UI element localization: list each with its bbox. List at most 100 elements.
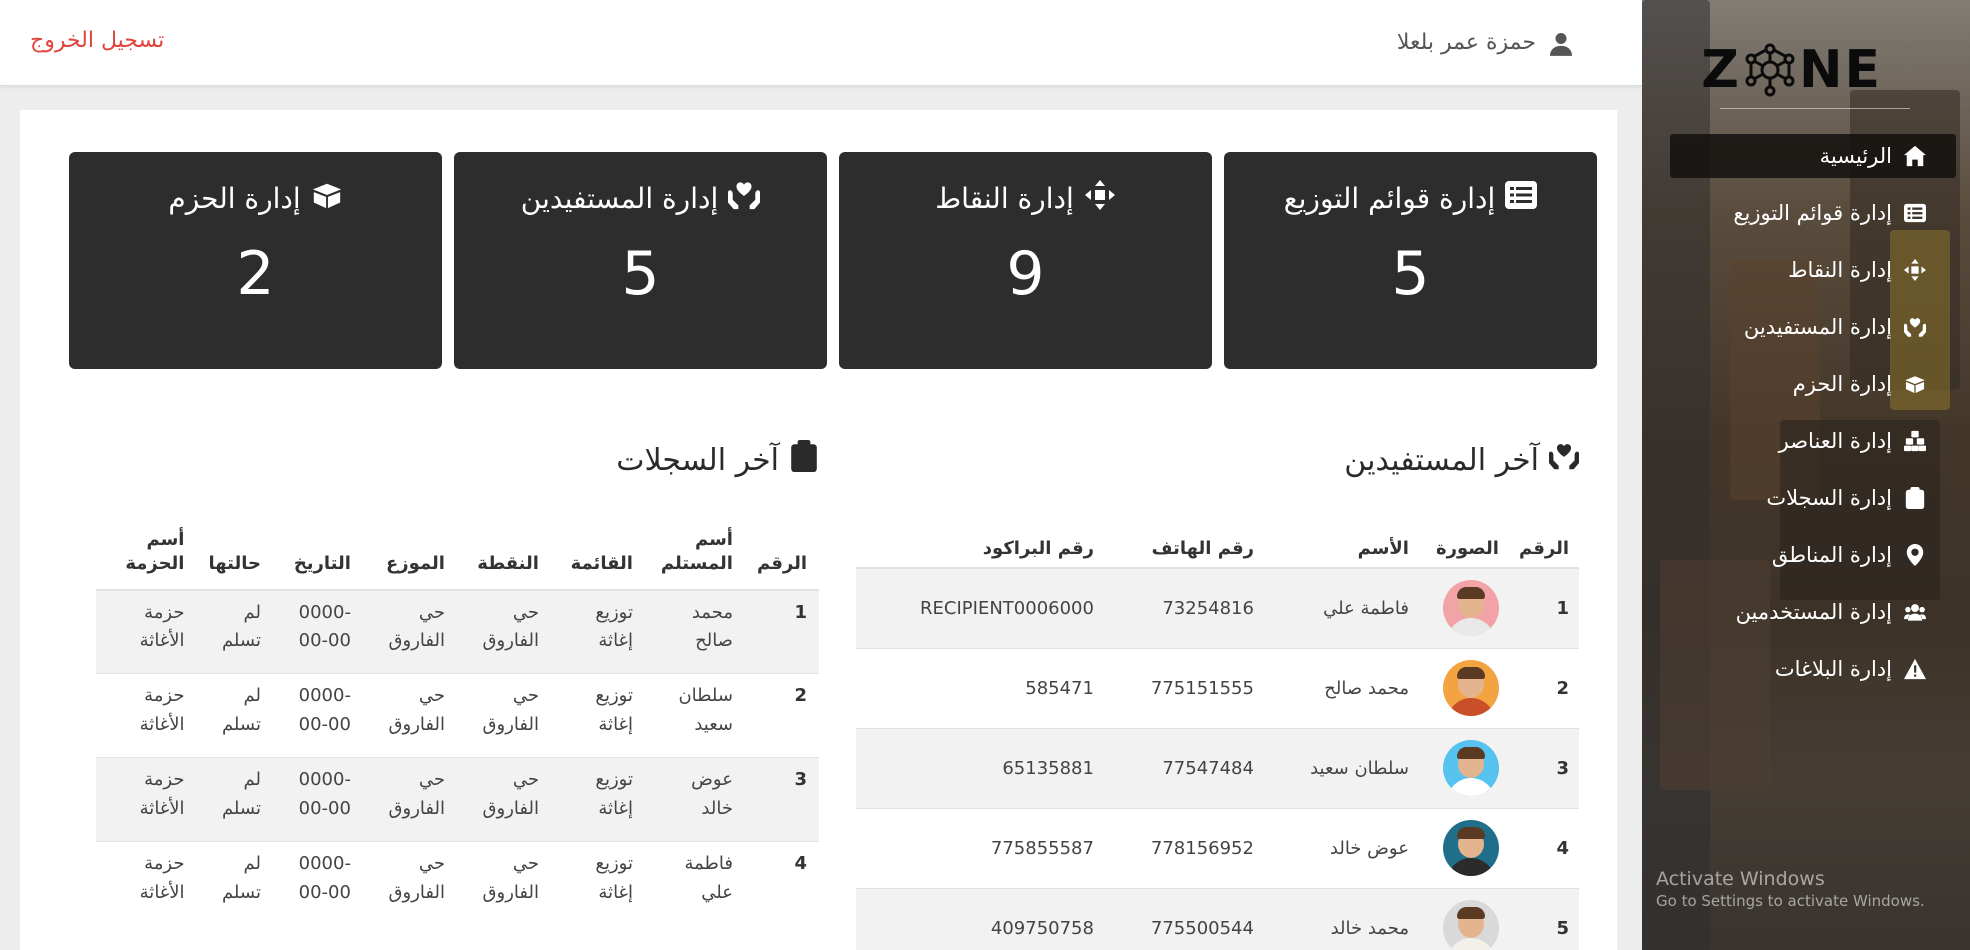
stat-value: 5 [1391, 239, 1430, 309]
zone-logo[interactable]: Z NE [1701, 40, 1882, 100]
log-recipient: سلطان سعيد [644, 673, 745, 758]
row-number: 1 [1508, 567, 1579, 648]
stat-card-beneficiaries[interactable]: إدارة المستفيدين 5 [454, 152, 827, 369]
user-icon [1550, 32, 1572, 56]
sidebar-item-packages[interactable]: إدارة الحزم [1642, 362, 1970, 406]
sidebar-item-distribution-lists[interactable]: إدارة قوائم التوزيع [1642, 191, 1970, 235]
logs-table: الرقم أسم المستلم القائمة النقطة الموزع … [96, 528, 819, 926]
section-title-text: آخر المستفيدين [1344, 442, 1539, 478]
sidebar-item-regions[interactable]: إدارة المناطق [1642, 533, 1970, 577]
logout-link[interactable]: تسجيل الخروج [30, 28, 164, 53]
beneficiary-name: محمد خالد [1263, 887, 1419, 950]
logo-hub-icon [1745, 43, 1795, 97]
log-list: توزيع إغاثة [550, 757, 645, 842]
section-title-text: آخر السجلات [616, 442, 779, 478]
sidebar-item-logs[interactable]: إدارة السجلات [1642, 476, 1970, 520]
avatar-cell [1418, 887, 1509, 950]
stat-card-points[interactable]: إدارة النقاط 9 [839, 152, 1212, 369]
col-name: الأسم [1263, 528, 1419, 569]
stat-title: إدارة المستفيدين [520, 182, 719, 215]
points-icon [1902, 259, 1928, 281]
log-distributor: حي الفاروق [362, 589, 457, 674]
log-date: 0000-00-00 [272, 589, 363, 674]
log-package: حزمة الأغاثة [96, 673, 197, 758]
stat-value: 2 [236, 239, 275, 309]
beneficiary-name: سلطان سعيد [1263, 727, 1419, 808]
col-recipient: أسم المستلم [644, 528, 745, 591]
sidebar-item-points[interactable]: إدارة النقاط [1642, 248, 1970, 292]
sidebar-item-label: الرئيسية [1819, 144, 1892, 168]
table-header-row: الرقم الصورة الأسم رقم الهاتف رقم البراك… [856, 528, 1579, 569]
logo-letters-ne: NE [1798, 40, 1882, 100]
logo-letter-z: Z [1701, 40, 1741, 100]
avatar [1442, 660, 1499, 716]
col-package: أسم الحزمة [96, 528, 197, 591]
sidebar-item-label: إدارة النقاط [1788, 258, 1892, 282]
table-row: 3 سلطان سعيد 77547484 65135881 [856, 727, 1579, 808]
avatar-cell [1418, 647, 1509, 728]
list-icon [1902, 202, 1928, 224]
location-icon [1902, 544, 1928, 566]
sidebar: Z NE الرئيسية إدارة قوائم التوزيع إدارة ال… [1642, 0, 1970, 950]
sidebar-item-beneficiaries[interactable]: إدارة المستفيدين [1642, 305, 1970, 349]
sidebar-item-reports[interactable]: إدارة البلاغات [1642, 647, 1970, 691]
beneficiary-barcode: 585471 [856, 647, 1104, 728]
watermark-line1: Activate Windows [1656, 868, 1825, 890]
latest-logs-title: آخر السجلات [616, 440, 819, 480]
log-distributor: حي الفاروق [362, 757, 457, 842]
stat-card-packages[interactable]: إدارة الحزم 2 [69, 152, 442, 369]
log-package: حزمة الأغاثة [96, 589, 197, 674]
row-number: 3 [1508, 727, 1579, 808]
log-status: لم تسلم [196, 841, 273, 926]
log-date: 0000-00-00 [272, 841, 363, 926]
col-barcode: رقم البراكود [856, 528, 1104, 569]
home-icon [1902, 145, 1928, 167]
log-list: توزيع إغاثة [550, 841, 645, 926]
sidebar-item-label: إدارة السجلات [1766, 486, 1892, 510]
row-number: 4 [744, 841, 819, 926]
clipboard-icon [1902, 487, 1928, 509]
sidebar-item-label: إدارة الحزم [1792, 372, 1892, 396]
log-point: حي الفاروق [456, 589, 551, 674]
col-number: الرقم [1508, 528, 1579, 569]
sidebar-item-home[interactable]: الرئيسية [1670, 134, 1956, 178]
row-number: 4 [1508, 807, 1579, 888]
points-icon [1084, 180, 1116, 217]
col-point: النقطة [456, 528, 551, 591]
list-icon [1505, 180, 1538, 217]
warning-icon [1902, 658, 1928, 680]
sidebar-item-items[interactable]: إدارة العناصر [1642, 419, 1970, 463]
log-package: حزمة الأغاثة [96, 757, 197, 842]
table-header-row: الرقم أسم المستلم القائمة النقطة الموزع … [96, 528, 819, 591]
sidebar-item-label: إدارة المستخدمين [1735, 600, 1892, 624]
col-distributor: الموزع [362, 528, 457, 591]
table-row: 5 محمد خالد 775500544 409750758 [856, 887, 1579, 950]
stat-card-distribution-lists[interactable]: إدارة قوائم التوزيع 5 [1224, 152, 1597, 369]
stat-title: إدارة الحزم [168, 182, 301, 215]
col-status: حالتها [196, 528, 273, 591]
beneficiary-barcode: 775855587 [856, 807, 1104, 888]
beneficiary-phone: 73254816 [1103, 567, 1264, 648]
avatar-cell [1418, 727, 1509, 808]
beneficiary-barcode: 409750758 [856, 887, 1104, 950]
row-number: 2 [1508, 647, 1579, 728]
col-number: الرقم [744, 528, 819, 591]
log-point: حي الفاروق [456, 673, 551, 758]
sidebar-nav: الرئيسية إدارة قوائم التوزيع إدارة النقاط إ… [1642, 134, 1970, 704]
table-row: 1 فاطمة علي 73254816 RECIPIENT0006000 [856, 567, 1579, 648]
log-recipient: فاطمة علي [644, 841, 745, 926]
table-row: 2 محمد صالح 775151555 585471 [856, 647, 1579, 728]
stat-value: 9 [1006, 239, 1045, 309]
table-row: 4 عوض خالد 778156952 775855587 [856, 807, 1579, 888]
col-date: التاريخ [272, 528, 363, 591]
sidebar-item-users[interactable]: إدارة المستخدمين [1642, 590, 1970, 634]
log-date: 0000-00-00 [272, 757, 363, 842]
sidebar-item-label: إدارة المستفيدين [1743, 315, 1892, 339]
sidebar-item-label: إدارة قوائم التوزيع [1733, 201, 1892, 225]
log-package: حزمة الأغاثة [96, 841, 197, 926]
row-number: 1 [744, 589, 819, 674]
log-recipient: عوض خالد [644, 757, 745, 842]
user-name: حمزة عمر بلعلا [1396, 30, 1536, 55]
log-point: حي الفاروق [456, 757, 551, 842]
avatar [1442, 740, 1499, 796]
